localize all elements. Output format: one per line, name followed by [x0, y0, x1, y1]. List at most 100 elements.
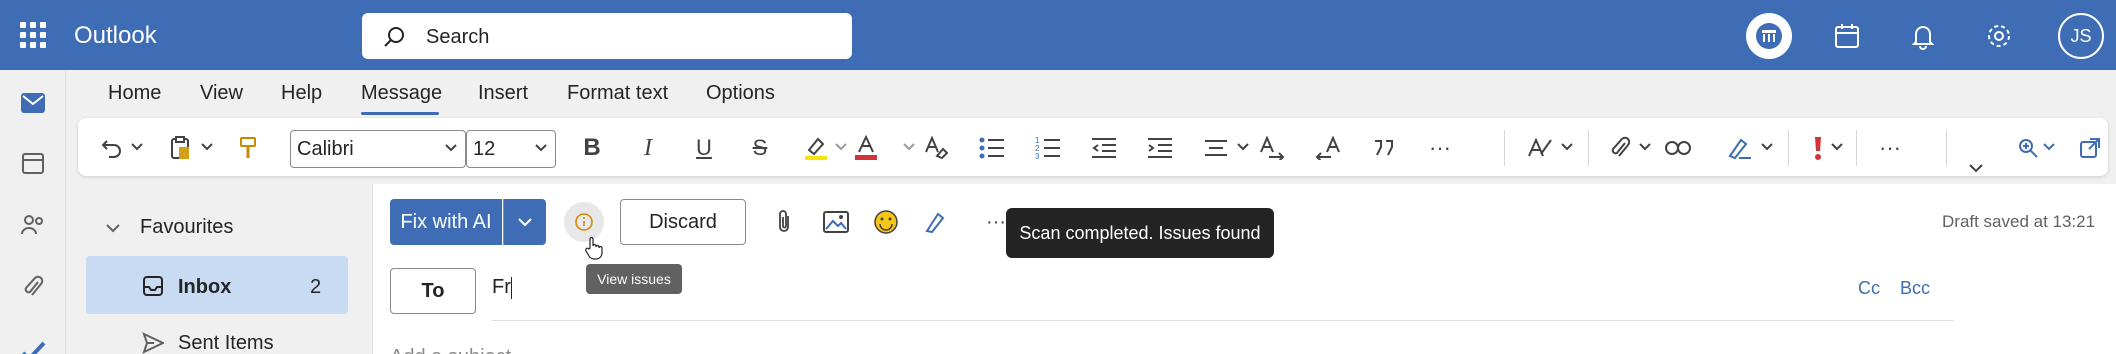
fix-with-ai-button[interactable]: Fix with AI	[390, 199, 502, 245]
clear-formatting-icon[interactable]	[920, 132, 952, 164]
font-size-value: 12	[473, 138, 496, 160]
info-icon	[575, 213, 593, 231]
to-field[interactable]: Fr	[492, 276, 512, 299]
chevron-down-icon[interactable]	[200, 140, 214, 154]
ribbon-tabs: Home View Help Message Insert Format tex…	[66, 70, 2116, 120]
inbox-unread-count: 2	[310, 276, 322, 298]
to-field-value: Fr	[492, 276, 511, 298]
chevron-down-icon[interactable]	[1638, 140, 1652, 154]
chevron-down-icon[interactable]	[902, 140, 916, 154]
increase-indent-icon[interactable]	[1144, 132, 1176, 164]
to-field-underline	[492, 320, 1954, 321]
chevron-down-icon	[518, 217, 532, 226]
brand-badge-icon[interactable]	[1746, 13, 1792, 59]
more-formatting-icon[interactable]: ···	[1424, 132, 1456, 164]
app-launcher-icon[interactable]	[20, 22, 46, 48]
link-icon[interactable]	[1662, 132, 1694, 164]
highlight-icon[interactable]	[800, 132, 832, 164]
top-header: Outlook Search JS	[0, 0, 2116, 70]
tab-message[interactable]: Message	[361, 82, 442, 105]
search-box[interactable]: Search	[362, 13, 852, 59]
signature-icon[interactable]	[1724, 132, 1756, 164]
subject-field[interactable]: Add a subject	[390, 346, 511, 354]
send-icon	[142, 332, 166, 354]
ribbon-separator	[1946, 130, 1947, 166]
numbering-icon[interactable]: 123	[1032, 132, 1064, 164]
mail-icon[interactable]	[16, 86, 50, 120]
inbox-icon	[142, 275, 164, 302]
more-options-icon[interactable]: ···	[1874, 132, 1906, 164]
font-size-select[interactable]: 12	[466, 130, 556, 168]
avatar[interactable]: JS	[2058, 13, 2104, 59]
ribbon-separator	[1588, 130, 1589, 166]
insert-picture-icon[interactable]	[820, 206, 852, 238]
to-button[interactable]: To	[390, 268, 476, 314]
chevron-down-icon[interactable]	[1560, 140, 1574, 154]
chevron-down-icon[interactable]	[1830, 140, 1844, 154]
bullets-icon[interactable]	[976, 132, 1008, 164]
paste-icon[interactable]	[164, 132, 196, 164]
attachment-rail-icon[interactable]	[16, 270, 50, 304]
bcc-link[interactable]: Bcc	[1900, 278, 1930, 299]
chevron-down-icon[interactable]	[130, 140, 144, 154]
app-name[interactable]: Outlook	[74, 22, 157, 50]
italic-icon[interactable]: I	[632, 132, 664, 164]
ribbon-separator	[1856, 130, 1857, 166]
hand-cursor-icon	[584, 236, 604, 265]
strikethrough-icon[interactable]: S	[744, 132, 776, 164]
calendar-rail-icon[interactable]	[16, 146, 50, 180]
attach-icon[interactable]	[768, 206, 800, 238]
gear-icon[interactable]	[1976, 13, 2022, 59]
ribbon-collapse-chevron-icon[interactable]	[1969, 160, 1983, 178]
font-name-select[interactable]: Calibri	[290, 130, 466, 168]
font-name-value: Calibri	[297, 138, 354, 160]
underline-icon[interactable]: U	[688, 132, 720, 164]
view-issues-tooltip: View issues	[586, 264, 682, 294]
tab-insert[interactable]: Insert	[478, 82, 528, 105]
decrease-indent-icon[interactable]	[1088, 132, 1120, 164]
ribbon-separator	[1504, 130, 1505, 166]
svg-text:3: 3	[1035, 152, 1040, 160]
people-icon[interactable]	[16, 208, 50, 242]
cc-link[interactable]: Cc	[1858, 278, 1880, 299]
text-caret	[510, 276, 512, 299]
tab-options[interactable]: Options	[706, 82, 775, 105]
discard-button[interactable]: Discard	[620, 199, 746, 245]
left-rail	[0, 70, 66, 354]
chevron-down-icon	[535, 144, 547, 152]
chevron-down-icon	[445, 144, 457, 152]
todo-icon[interactable]	[16, 332, 50, 354]
chevron-down-icon[interactable]	[1760, 140, 1774, 154]
emoji-icon[interactable]	[870, 206, 902, 238]
inbox-label: Inbox	[178, 276, 232, 298]
pop-out-icon[interactable]	[2074, 132, 2106, 164]
zoom-icon[interactable]	[2012, 132, 2044, 164]
chevron-down-icon[interactable]	[1236, 140, 1250, 154]
attach-file-icon[interactable]	[1604, 132, 1636, 164]
search-icon	[384, 27, 404, 47]
bold-icon[interactable]: B	[576, 132, 608, 164]
text-direction-ltr-icon[interactable]	[1256, 132, 1288, 164]
styles-icon[interactable]	[1524, 132, 1556, 164]
align-icon[interactable]	[1200, 132, 1232, 164]
font-color-icon[interactable]	[850, 132, 882, 164]
quote-icon[interactable]	[1368, 132, 1400, 164]
chevron-down-icon[interactable]	[834, 140, 848, 154]
text-direction-rtl-icon[interactable]	[1312, 132, 1344, 164]
chevron-down-icon[interactable]	[106, 220, 120, 238]
tab-home[interactable]: Home	[108, 82, 161, 105]
folder-item-sent[interactable]: Sent Items	[178, 332, 274, 354]
tab-format-text[interactable]: Format text	[567, 82, 668, 105]
favourites-header[interactable]: Favourites	[140, 216, 233, 239]
undo-icon[interactable]	[96, 132, 128, 164]
fix-with-ai-dropdown[interactable]	[503, 199, 546, 245]
tab-view[interactable]: View	[200, 82, 243, 105]
draft-status: Draft saved at 13:21	[1942, 212, 2096, 231]
bell-icon[interactable]	[1900, 13, 1946, 59]
chevron-down-icon[interactable]	[2042, 140, 2056, 154]
tab-help[interactable]: Help	[281, 82, 322, 105]
calendar-icon[interactable]	[1824, 13, 1870, 59]
editor-pen-icon[interactable]	[920, 206, 952, 238]
active-tab-indicator	[361, 112, 439, 115]
format-painter-icon[interactable]	[232, 132, 264, 164]
